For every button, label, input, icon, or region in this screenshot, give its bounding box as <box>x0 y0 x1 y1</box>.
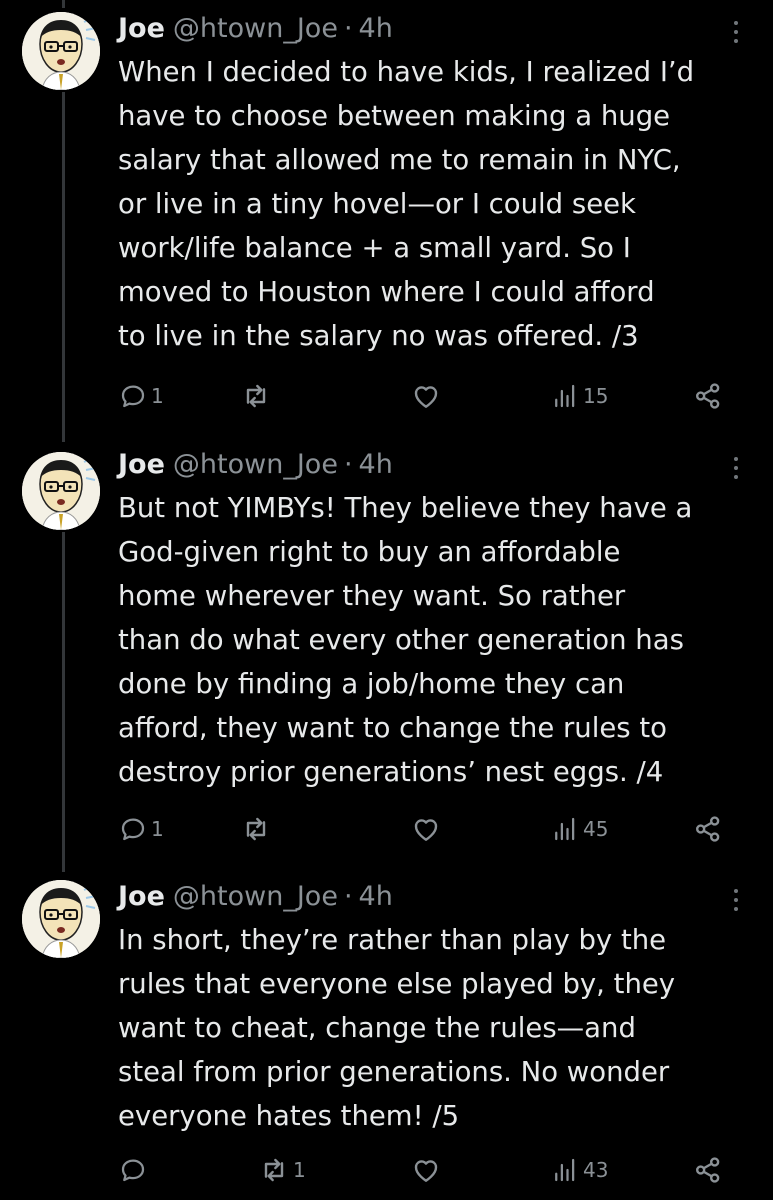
views-icon <box>555 384 575 408</box>
reply-icon <box>121 818 145 841</box>
retweet-count: 1 <box>293 1158 306 1182</box>
share-icon <box>696 1157 720 1183</box>
retweet-button[interactable]: 1 <box>258 1150 306 1190</box>
tweet-text-line: In short, they’re rather than play by th… <box>118 924 667 956</box>
action-bar: 1 43 <box>0 1150 773 1190</box>
reply-icon <box>121 1159 145 1182</box>
heart-icon <box>414 819 438 841</box>
reply-button[interactable] <box>118 1150 151 1190</box>
tweet-text-line: destroy prior generations’ nest eggs. /4 <box>118 756 664 788</box>
author-name[interactable]: Joe <box>118 13 165 44</box>
separator: · <box>343 880 353 912</box>
tweet-text-line: than do what every other generation has <box>118 624 684 656</box>
timestamp[interactable]: 4h <box>359 881 393 912</box>
tweet[interactable]: Joe @htown_Joe · 4h When I decided to ha… <box>0 0 773 440</box>
tweet-text-line: afford, they want to change the rules to <box>118 712 667 744</box>
tweet[interactable]: Joe @htown_Joe · 4h In short, they’re ra… <box>0 872 773 1200</box>
views-icon <box>555 817 575 841</box>
tweet-text: In short, they’re rather than play by th… <box>118 918 758 1138</box>
tweet-header: Joe @htown_Joe · 4h <box>118 444 393 484</box>
tweet-text-line: work/life balance + a small yard. So I <box>118 232 631 264</box>
tweet-header: Joe @htown_Joe · 4h <box>118 8 393 48</box>
author-handle[interactable]: @htown_Joe <box>173 13 338 44</box>
reply-button[interactable]: 1 <box>118 376 164 416</box>
tweet-text: When I decided to have kids, I realized … <box>118 50 758 358</box>
like-button[interactable] <box>410 809 445 849</box>
views-icon <box>555 1158 575 1182</box>
heart-icon <box>414 386 438 408</box>
tweet-text-line: salary that allowed me to remain in NYC, <box>118 144 681 176</box>
avatar[interactable] <box>22 452 100 530</box>
timestamp[interactable]: 4h <box>359 13 393 44</box>
more-options-icon[interactable] <box>723 12 749 52</box>
avatar[interactable] <box>22 880 100 958</box>
tweet-text-line: to live in the salary no was offered. /3 <box>118 320 639 352</box>
view-count: 15 <box>583 384 609 408</box>
view-count: 45 <box>583 817 609 841</box>
share-button[interactable] <box>692 376 724 416</box>
more-options-icon[interactable] <box>723 880 749 920</box>
views-button[interactable]: 45 <box>550 809 608 849</box>
share-icon <box>696 383 720 409</box>
tweet-text-line: want to cheat, change the rules—and <box>118 1012 636 1044</box>
retweet-button[interactable] <box>240 376 275 416</box>
like-button[interactable] <box>410 1150 445 1190</box>
author-name[interactable]: Joe <box>118 881 165 912</box>
separator: · <box>343 448 353 480</box>
like-button[interactable] <box>410 376 445 416</box>
tweet-text-line: moved to Houston where I could afford <box>118 276 655 308</box>
action-bar: 1 45 <box>0 809 773 849</box>
tweet-header: Joe @htown_Joe · 4h <box>118 876 393 916</box>
tweet[interactable]: Joe @htown_Joe · 4h But not YIMBYs! They… <box>0 440 773 872</box>
tweet-text-line: But not YIMBYs! They believe they have a <box>118 492 693 524</box>
separator: · <box>343 12 353 44</box>
action-bar: 1 15 <box>0 376 773 416</box>
share-button[interactable] <box>692 809 724 849</box>
avatar[interactable] <box>22 12 100 90</box>
share-button[interactable] <box>692 1150 724 1190</box>
author-handle[interactable]: @htown_Joe <box>173 881 338 912</box>
author-name[interactable]: Joe <box>118 449 165 480</box>
tweet-text-line: God-given right to buy an affordable <box>118 536 621 568</box>
tweet-text-line: steal from prior generations. No wonder <box>118 1056 670 1088</box>
tweet-text-line: or live in a tiny hovel—or I could seek <box>118 188 636 220</box>
retweet-button[interactable] <box>240 809 275 849</box>
tweet-text-line: everyone hates them! /5 <box>118 1100 460 1132</box>
retweet-icon <box>264 1158 284 1182</box>
tweet-text-line: done by finding a job/home they can <box>118 668 625 700</box>
tweet-text-line: have to choose between making a huge <box>118 100 671 132</box>
retweet-icon <box>246 384 266 408</box>
reply-count: 1 <box>151 384 164 408</box>
reply-button[interactable]: 1 <box>118 809 164 849</box>
views-button[interactable]: 15 <box>550 376 608 416</box>
author-handle[interactable]: @htown_Joe <box>173 449 338 480</box>
share-icon <box>696 816 720 842</box>
tweet-text: But not YIMBYs! They believe they have a… <box>118 486 758 794</box>
tweet-text-line: home wherever they want. So rather <box>118 580 626 612</box>
tweet-text-line: When I decided to have kids, I realized … <box>118 56 695 88</box>
reply-count: 1 <box>151 817 164 841</box>
reply-icon <box>121 385 145 408</box>
tweet-text-line: rules that everyone else played by, they <box>118 968 676 1000</box>
view-count: 43 <box>583 1158 609 1182</box>
views-button[interactable]: 43 <box>550 1150 608 1190</box>
retweet-icon <box>246 817 266 841</box>
heart-icon <box>414 1160 438 1182</box>
more-options-icon[interactable] <box>723 448 749 488</box>
timestamp[interactable]: 4h <box>359 449 393 480</box>
